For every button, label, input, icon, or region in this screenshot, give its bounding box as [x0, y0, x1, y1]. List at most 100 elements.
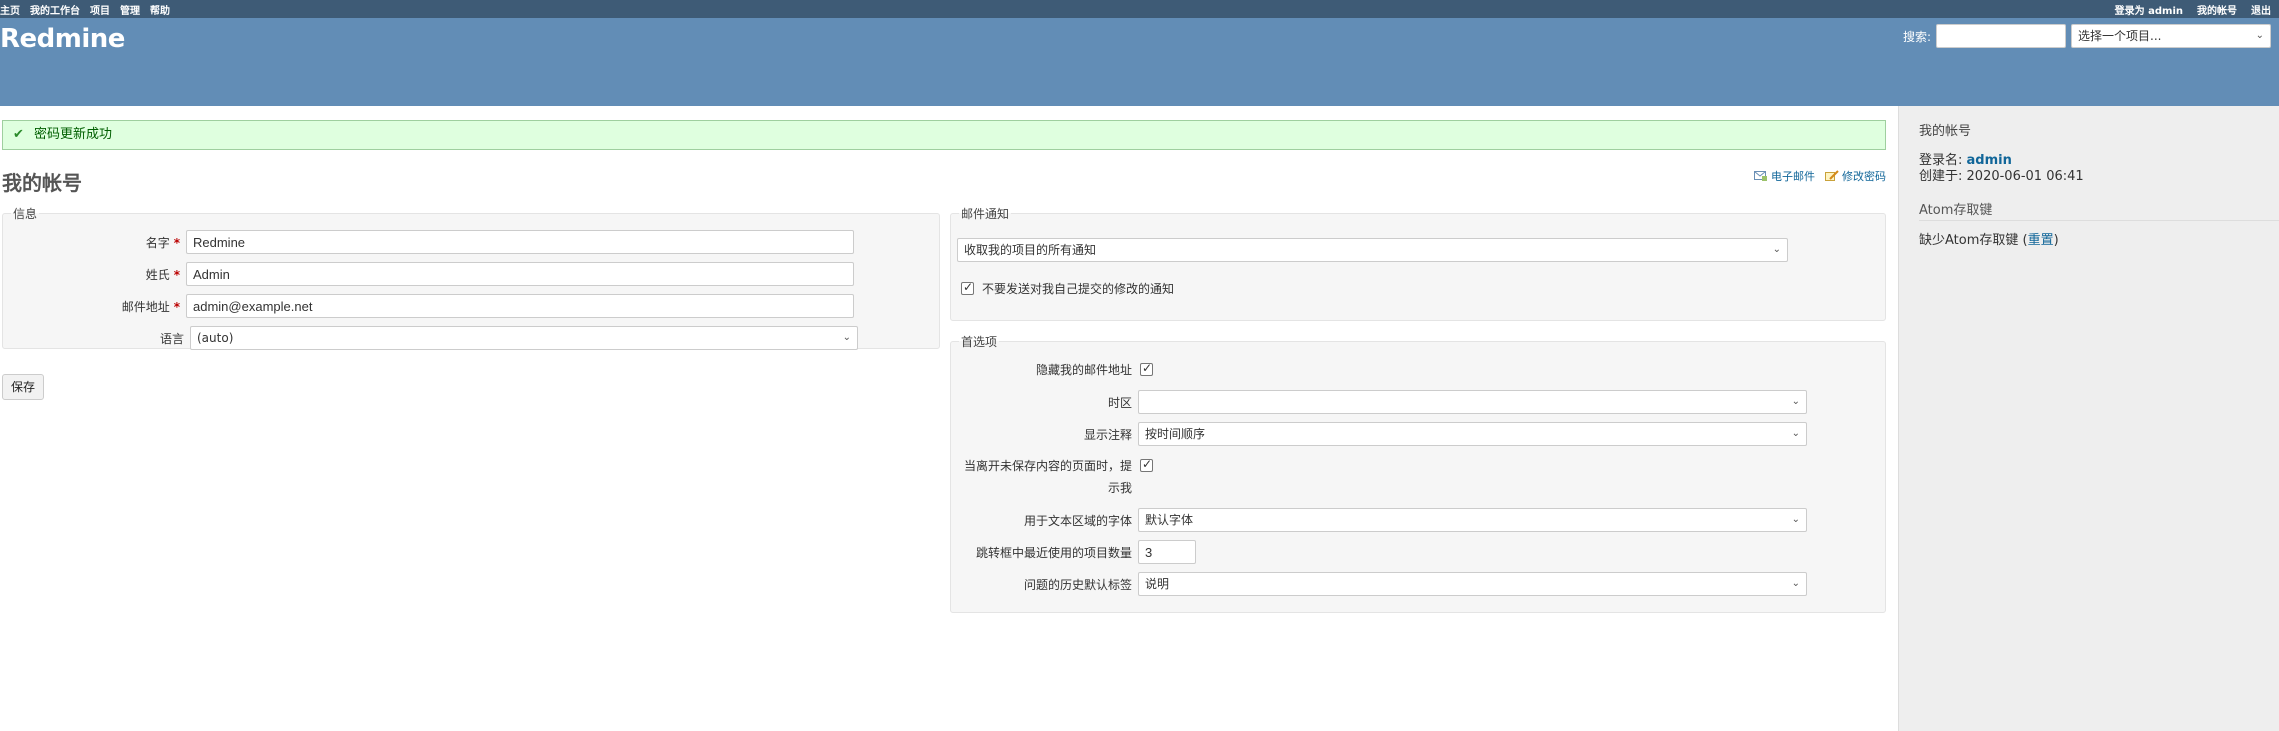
project-jump-value: 选择一个项目... — [2078, 29, 2162, 43]
sidebar-title: 我的帐号 — [1919, 124, 1972, 139]
sidebar-created: 创建于: 2020-06-01 06:41 — [1919, 169, 2279, 185]
chevron-down-icon: ⌄ — [1772, 244, 1781, 255]
textarea-font-row: 用于文本区域的字体 默认字体 ⌄ — [950, 508, 1807, 532]
no-self-notified-row: 不要发送对我自己提交的修改的通知 — [961, 280, 1174, 297]
flash-text: 密码更新成功 — [34, 127, 113, 142]
page-title: 我的帐号 — [2, 171, 82, 195]
header: Redmine 搜索: 选择一个项目... ⌄ — [0, 18, 2279, 106]
mail-notification-select[interactable]: 收取我的项目的所有通知 ⌄ — [957, 238, 1788, 262]
mail-notification-row: 收取我的项目的所有通知 ⌄ — [957, 238, 1788, 262]
email-input[interactable] — [186, 294, 854, 318]
history-tab-row: 问题的历史默认标签 说明 ⌄ — [950, 572, 1807, 596]
no-self-notified-label: 不要发送对我自己提交的修改的通知 — [982, 282, 1175, 296]
prefs-legend: 首选项 — [961, 335, 998, 349]
menu-projects-link[interactable]: 项目 — [90, 2, 110, 17]
chevron-down-icon: ⌄ — [1791, 578, 1800, 589]
chevron-down-icon: ⌄ — [2255, 30, 2264, 41]
language-row: 语言 (auto) ⌄ — [2, 326, 858, 350]
logout-link[interactable]: 退出 — [2251, 2, 2271, 17]
top-menu-right: 登录为 admin 我的帐号 退出 — [2115, 2, 2271, 17]
main: ✔ 密码更新成功 电子邮件 修改密码 我的帐号 信息 名字 * Redmine … — [0, 106, 2279, 731]
comments-sorting-label: 显示注释 — [1083, 427, 1132, 442]
lastname-row: 姓氏 * — [2, 262, 854, 286]
search-label: 搜索: — [1902, 29, 1931, 44]
checkmark-icon: ✔ — [13, 127, 24, 142]
timezone-row: 时区 ⌄ — [950, 390, 1807, 414]
logged-user-link[interactable]: admin — [2148, 6, 2183, 17]
firstname-label: 名字 * — [145, 235, 180, 250]
menu-help-link[interactable]: 帮助 — [150, 2, 170, 17]
login-label: 登录名: — [1919, 153, 1963, 168]
history-tab-label: 问题的历史默认标签 — [1023, 577, 1132, 592]
app-title[interactable]: Redmine — [0, 24, 125, 54]
email-icon — [1754, 170, 1768, 182]
firstname-input[interactable] — [186, 230, 854, 254]
language-label: 语言 — [159, 331, 184, 346]
email-row: 邮件地址 * — [2, 294, 854, 318]
recent-projects-input[interactable] — [1138, 540, 1196, 564]
lastname-label: 姓氏 * — [145, 267, 180, 282]
comments-sorting-select[interactable]: 按时间顺序 ⌄ — [1138, 422, 1807, 446]
chevron-down-icon: ⌄ — [1791, 396, 1800, 407]
comments-sorting-row: 显示注释 按时间顺序 ⌄ — [950, 422, 1807, 446]
mail-notification-fieldset: 邮件通知 — [950, 205, 1886, 321]
password-link-label: 修改密码 — [1842, 170, 1886, 183]
firstname-row: 名字 * — [2, 230, 854, 254]
logged-as: 登录为 admin — [2115, 2, 2183, 17]
history-tab-select[interactable]: 说明 ⌄ — [1138, 572, 1807, 596]
menu-my-page-link[interactable]: 我的工作台 — [30, 2, 80, 17]
hide-mail-row: 隐藏我的邮件地址 — [950, 361, 1153, 378]
warn-unsaved-row: 当离开未保存内容的页面时，提 示我 — [950, 455, 1153, 499]
info-legend: 信息 — [13, 207, 38, 221]
email-label: 邮件地址 * — [121, 299, 180, 314]
textarea-font-select[interactable]: 默认字体 ⌄ — [1138, 508, 1807, 532]
language-select[interactable]: (auto) ⌄ — [190, 326, 858, 350]
save-button[interactable]: 保存 — [2, 374, 45, 400]
comments-sorting-value: 按时间顺序 — [1145, 427, 1206, 441]
atom-key-heading: Atom存取键 — [1919, 199, 2279, 221]
chevron-down-icon: ⌄ — [842, 332, 851, 343]
language-value: (auto) — [197, 331, 234, 345]
lastname-input[interactable] — [186, 262, 854, 286]
textarea-font-value: 默认字体 — [1145, 513, 1194, 527]
content: ✔ 密码更新成功 电子邮件 修改密码 我的帐号 信息 名字 * Redmine … — [0, 106, 1898, 731]
no-self-notified-checkbox[interactable] — [961, 280, 974, 295]
hide-mail-checkbox[interactable] — [1140, 361, 1153, 376]
sidebar: 我的帐号 登录名: admin 创建于: 2020-06-01 06:41 At… — [1898, 106, 2279, 731]
contextual-links: 电子邮件 修改密码 — [1754, 168, 1886, 184]
sidebar-login: 登录名: admin — [1919, 153, 2279, 169]
change-password-link[interactable]: 修改密码 — [1825, 168, 1886, 184]
chevron-down-icon: ⌄ — [1791, 514, 1800, 525]
timezone-select[interactable]: ⌄ — [1138, 390, 1807, 414]
atom-key-status: 缺少Atom存取键 (重置) — [1919, 233, 2059, 248]
menu-admin-link[interactable]: 管理 — [120, 2, 140, 17]
timezone-label: 时区 — [1107, 395, 1132, 410]
warn-unsaved-label: 当离开未保存内容的页面时，提 示我 — [963, 459, 1132, 495]
textarea-font-label: 用于文本区域的字体 — [1023, 513, 1132, 528]
created-value: 2020-06-01 06:41 — [1966, 169, 2084, 184]
mail-notification-value: 收取我的项目的所有通知 — [964, 243, 1097, 257]
reset-atom-key-link[interactable]: 重置 — [2028, 233, 2054, 248]
flash-notice: ✔ 密码更新成功 — [2, 120, 1886, 150]
top-menu-left: 主页 我的工作台 项目 管理 帮助 — [0, 2, 170, 17]
project-jump-select[interactable]: 选择一个项目... ⌄ — [2071, 24, 2271, 48]
search-input[interactable] — [1936, 24, 2066, 48]
edit-password-icon — [1825, 170, 1839, 182]
quick-search: 搜索: 选择一个项目... ⌄ — [1903, 24, 2271, 48]
email-addresses-link[interactable]: 电子邮件 — [1754, 168, 1815, 184]
chevron-down-icon: ⌄ — [1791, 428, 1800, 439]
recent-projects-row: 跳转框中最近使用的项目数量 — [950, 540, 1196, 564]
my-account-link[interactable]: 我的帐号 — [2197, 2, 2237, 17]
atom-missing-text: 缺少Atom存取键 — [1919, 233, 2019, 248]
logged-as-prefix: 登录为 — [2114, 6, 2145, 17]
history-tab-value: 说明 — [1145, 577, 1170, 591]
recent-projects-label: 跳转框中最近使用的项目数量 — [975, 545, 1132, 560]
top-menu: 主页 我的工作台 项目 管理 帮助 登录为 admin 我的帐号 退出 — [0, 0, 2279, 18]
login-user-link[interactable]: admin — [1967, 153, 2012, 168]
hide-mail-label: 隐藏我的邮件地址 — [1035, 363, 1132, 377]
menu-home-link[interactable]: 主页 — [0, 2, 20, 17]
mail-legend: 邮件通知 — [961, 207, 1010, 221]
warn-unsaved-checkbox[interactable] — [1140, 457, 1153, 472]
email-link-label: 电子邮件 — [1771, 170, 1815, 183]
created-label: 创建于: — [1919, 169, 1963, 184]
